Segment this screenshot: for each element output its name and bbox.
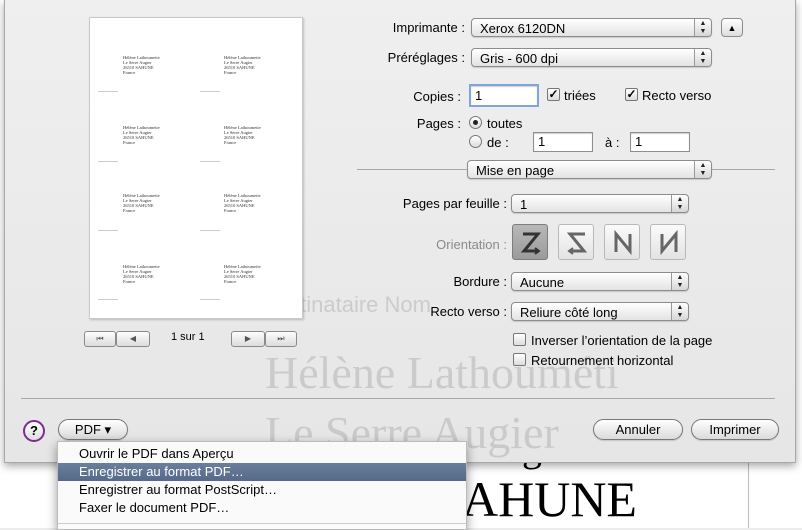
first-page-button[interactable]: ⏮ bbox=[84, 331, 116, 347]
preview-mark bbox=[98, 161, 118, 162]
duplex-binding-label: Recto verso : bbox=[430, 304, 507, 319]
popup-arrows-icon: ▲ ▼ bbox=[671, 303, 688, 320]
pdf-menu-button[interactable]: PDF ▾ bbox=[58, 419, 128, 440]
page-preview: Hélène Lathoumetie Le Serre Augier 26510… bbox=[89, 17, 303, 319]
copies-input[interactable]: 1 bbox=[469, 84, 539, 107]
preview-label: Hélène Lathoumetie Le Serre Augier 26510… bbox=[123, 125, 160, 145]
printer-value: Xerox 6120DN bbox=[480, 21, 566, 36]
presets-value: Gris - 600 dpi bbox=[480, 51, 559, 66]
menu-separator bbox=[58, 523, 466, 524]
popup-arrows-icon: ▲ ▼ bbox=[694, 49, 711, 66]
orientation-reverse-n-button[interactable] bbox=[650, 224, 686, 260]
page-indicator: 1 sur 1 bbox=[171, 331, 205, 343]
section-value: Mise en page bbox=[476, 163, 555, 178]
orientation-z-button[interactable] bbox=[512, 224, 548, 260]
background-fragment-sahune: AHUNE bbox=[462, 471, 637, 527]
pages-to-input[interactable]: 1 bbox=[630, 132, 690, 152]
orientation-reverse-z-button[interactable] bbox=[558, 224, 594, 260]
preview-mark bbox=[98, 91, 118, 92]
collated-checkbox[interactable]: ✓ bbox=[547, 88, 560, 101]
help-button[interactable]: ? bbox=[23, 420, 45, 442]
duplex-binding-popup[interactable]: Reliure côté long ▲ ▼ bbox=[511, 302, 689, 321]
popup-arrows-icon: ▲ ▼ bbox=[694, 19, 711, 36]
preview-label: Hélène Lathoumetie Le Serre Augier 26510… bbox=[224, 193, 261, 213]
pages-range-radio[interactable] bbox=[469, 135, 482, 148]
pdf-menu: Ouvrir le PDF dans Aperçu Enregistrer au… bbox=[57, 441, 467, 530]
background-edge bbox=[748, 460, 749, 528]
layout-z-icon bbox=[520, 232, 542, 255]
previous-page-button[interactable]: ◀ bbox=[116, 331, 150, 347]
preview-mark bbox=[98, 230, 118, 231]
preview-label: Hélène Lathoumetie Le Serre Augier 26510… bbox=[123, 193, 160, 213]
section-popup[interactable]: Mise en page ▲ ▼ bbox=[467, 160, 712, 179]
next-page-button[interactable]: ▶ bbox=[231, 331, 265, 347]
preview-mark bbox=[200, 91, 220, 92]
popup-arrows-icon: ▲ ▼ bbox=[671, 273, 688, 290]
border-popup[interactable]: Aucune ▲ ▼ bbox=[511, 272, 689, 291]
pages-all-radio[interactable] bbox=[469, 116, 482, 129]
preview-label: Hélène Lathoumetie Le Serre Augier 26510… bbox=[123, 264, 160, 284]
last-page-button[interactable]: ⏭ bbox=[265, 331, 297, 347]
print-sheet: Destinataire Nom Hélène Lathouméti Le Se… bbox=[4, 0, 796, 463]
cancel-button[interactable]: Annuler bbox=[593, 419, 683, 440]
menu-item-fax-pdf[interactable]: Faxer le document PDF… bbox=[58, 499, 466, 517]
preview-mark bbox=[98, 299, 118, 300]
flip-horizontal-label: Retournement horizontal bbox=[531, 353, 674, 368]
pages-from-input[interactable]: 1 bbox=[533, 132, 593, 152]
collated-label: triées bbox=[564, 88, 596, 103]
presets-popup[interactable]: Gris - 600 dpi ▲ ▼ bbox=[471, 48, 712, 67]
pages-per-sheet-label: Pages par feuille : bbox=[402, 196, 507, 211]
reverse-orientation-label: Inverser l’orientation de la page bbox=[531, 333, 713, 348]
flip-horizontal-checkbox[interactable] bbox=[513, 353, 526, 366]
printer-popup[interactable]: Xerox 6120DN ▲ ▼ bbox=[471, 18, 712, 37]
preview-mark bbox=[200, 161, 220, 162]
menu-item-open-in-preview[interactable]: Ouvrir le PDF dans Aperçu bbox=[58, 445, 466, 463]
collapse-dialog-button[interactable]: ▲ bbox=[721, 18, 743, 37]
pages-to-label: à : bbox=[605, 135, 620, 150]
copies-label: Copies : bbox=[413, 89, 461, 104]
pages-label: Pages : bbox=[416, 116, 461, 131]
popup-arrows-icon: ▲ ▼ bbox=[694, 161, 711, 178]
border-label: Bordure : bbox=[453, 274, 507, 289]
pages-all-label: toutes bbox=[487, 116, 523, 131]
duplex-binding-value: Reliure côté long bbox=[520, 305, 618, 320]
layout-n-icon bbox=[614, 230, 632, 256]
footer-divider bbox=[21, 398, 775, 399]
menu-item-save-as-postscript[interactable]: Enregistrer au format PostScript… bbox=[58, 481, 466, 499]
orientation-n-button[interactable] bbox=[604, 224, 640, 260]
orientation-label: Orientation : bbox=[436, 237, 507, 252]
preview-label: Hélène Lathoumetie Le Serre Augier 26510… bbox=[224, 55, 261, 75]
preview-label: Hélène Lathoumetie Le Serre Augier 26510… bbox=[123, 55, 160, 75]
preview-label: Hélène Lathoumetie Le Serre Augier 26510… bbox=[224, 264, 261, 284]
print-button[interactable]: Imprimer bbox=[691, 419, 779, 440]
pages-per-sheet-value: 1 bbox=[520, 197, 528, 212]
layout-reverse-n-icon bbox=[660, 230, 678, 256]
duplex-label: Recto verso bbox=[642, 88, 712, 103]
menu-item-save-as-pdf[interactable]: Enregistrer au format PDF… bbox=[58, 463, 466, 481]
presets-label: Préréglages : bbox=[387, 50, 465, 65]
duplex-checkbox[interactable]: ✓ bbox=[625, 88, 638, 101]
layout-reverse-z-icon bbox=[566, 232, 588, 255]
preview-label: Hélène Lathoumetie Le Serre Augier 26510… bbox=[224, 125, 261, 145]
popup-arrows-icon: ▲ ▼ bbox=[671, 195, 688, 212]
pages-per-sheet-popup[interactable]: 1 ▲ ▼ bbox=[511, 194, 689, 213]
border-value: Aucune bbox=[520, 275, 565, 290]
preview-mark bbox=[200, 230, 220, 231]
reverse-orientation-checkbox[interactable] bbox=[513, 333, 526, 346]
preview-mark bbox=[200, 299, 220, 300]
printer-label: Imprimante : bbox=[392, 20, 465, 35]
pages-from-label: de : bbox=[487, 135, 509, 150]
